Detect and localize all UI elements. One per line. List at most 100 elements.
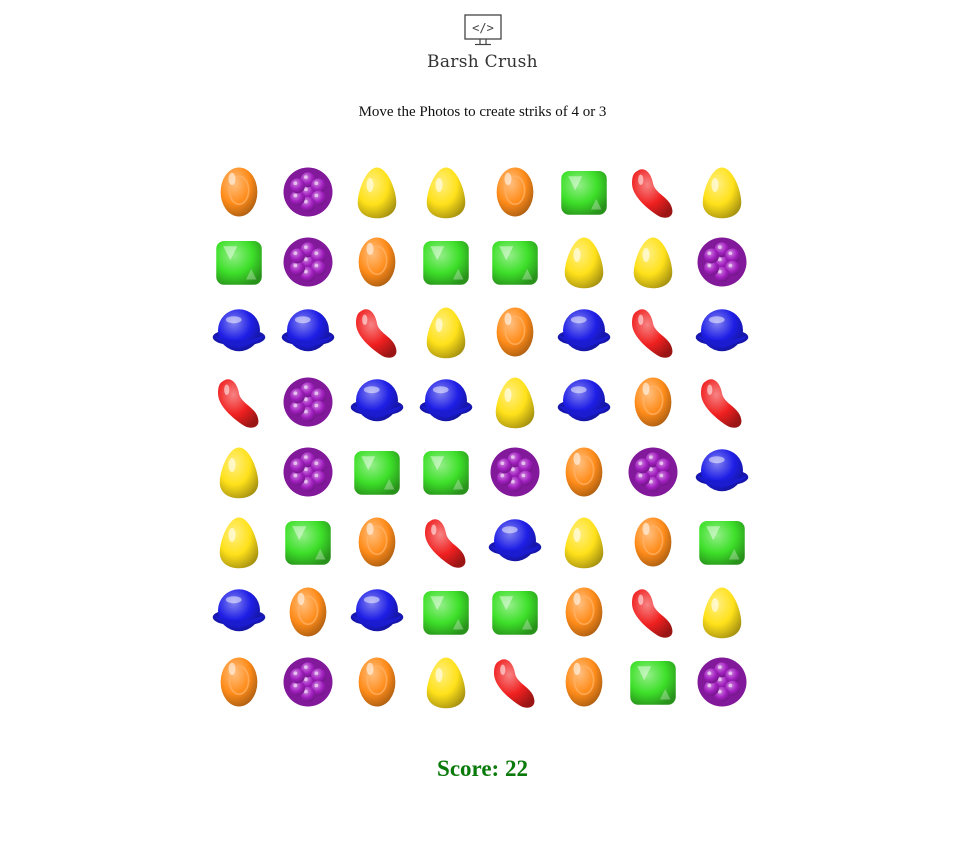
candy-tile[interactable] (204, 647, 273, 717)
candy-tile[interactable] (549, 577, 618, 647)
candy-tile[interactable] (480, 297, 549, 367)
candy-tile[interactable] (342, 297, 411, 367)
candy-tile[interactable] (342, 367, 411, 437)
candy-tile[interactable] (204, 577, 273, 647)
candy-tile[interactable] (342, 157, 411, 227)
candy-tile[interactable] (411, 297, 480, 367)
candy-tile[interactable] (618, 157, 687, 227)
candy-tile[interactable] (273, 437, 342, 507)
candy-tile[interactable] (411, 507, 480, 577)
candy-tile[interactable] (480, 367, 549, 437)
candy-tile[interactable] (273, 507, 342, 577)
candy-tile[interactable] (204, 297, 273, 367)
blue-candy-icon (557, 309, 610, 352)
purple-candy-icon (628, 447, 677, 497)
blue-candy-icon (281, 309, 334, 352)
candy-tile[interactable] (411, 437, 480, 507)
yellow-candy-icon (426, 307, 465, 359)
candy-tile[interactable] (687, 157, 756, 227)
candy-tile[interactable] (273, 157, 342, 227)
orange-candy-icon (358, 517, 395, 567)
candy-tile[interactable] (549, 647, 618, 717)
purple-candy-icon (283, 237, 332, 287)
red-candy-icon (493, 659, 534, 708)
yellow-candy-icon (357, 167, 396, 219)
yellow-candy-icon (564, 237, 603, 289)
candy-tile[interactable] (480, 227, 549, 297)
candy-board (204, 157, 756, 717)
candy-tile[interactable] (687, 227, 756, 297)
blue-candy-icon (557, 379, 610, 422)
candy-tile[interactable] (618, 577, 687, 647)
candy-tile[interactable] (342, 227, 411, 297)
candy-tile[interactable] (411, 577, 480, 647)
candy-tile[interactable] (480, 157, 549, 227)
orange-candy-icon (496, 167, 533, 217)
candy-tile[interactable] (687, 577, 756, 647)
yellow-candy-icon (702, 587, 741, 639)
red-candy-icon (424, 519, 465, 568)
candy-tile[interactable] (480, 577, 549, 647)
red-candy-icon (217, 379, 258, 428)
green-candy-icon (560, 171, 607, 215)
green-candy-icon (422, 451, 469, 495)
candy-tile[interactable] (687, 437, 756, 507)
candy-tile[interactable] (273, 297, 342, 367)
red-candy-icon (631, 309, 672, 358)
purple-candy-icon (697, 237, 746, 287)
yellow-candy-icon (426, 657, 465, 709)
orange-candy-icon (565, 657, 602, 707)
candy-tile[interactable] (273, 577, 342, 647)
candy-tile[interactable] (204, 227, 273, 297)
candy-tile[interactable] (549, 507, 618, 577)
purple-candy-icon (283, 377, 332, 427)
candy-tile[interactable] (480, 647, 549, 717)
logo[interactable]: </> Barsh Crush (0, 14, 965, 72)
purple-candy-icon (283, 657, 332, 707)
candy-tile[interactable] (342, 647, 411, 717)
candy-tile[interactable] (342, 507, 411, 577)
candy-tile[interactable] (549, 297, 618, 367)
purple-candy-icon (283, 447, 332, 497)
candy-tile[interactable] (204, 157, 273, 227)
candy-tile[interactable] (204, 507, 273, 577)
candy-tile[interactable] (618, 227, 687, 297)
candy-tile[interactable] (480, 507, 549, 577)
purple-candy-icon (490, 447, 539, 497)
candy-tile[interactable] (204, 437, 273, 507)
green-candy-icon (353, 451, 400, 495)
candy-tile[interactable] (618, 507, 687, 577)
candy-tile[interactable] (687, 647, 756, 717)
candy-tile[interactable] (342, 437, 411, 507)
blue-candy-icon (212, 309, 265, 352)
candy-tile[interactable] (687, 297, 756, 367)
candy-tile[interactable] (411, 157, 480, 227)
candy-tile[interactable] (618, 297, 687, 367)
candy-tile[interactable] (549, 157, 618, 227)
candy-tile[interactable] (549, 437, 618, 507)
green-candy-icon (491, 591, 538, 635)
candy-tile[interactable] (204, 367, 273, 437)
candy-tile[interactable] (618, 367, 687, 437)
yellow-candy-icon (633, 237, 672, 289)
candy-tile[interactable] (618, 647, 687, 717)
app-title: Barsh Crush (427, 52, 538, 72)
orange-candy-icon (565, 587, 602, 637)
candy-tile[interactable] (549, 367, 618, 437)
candy-tile[interactable] (687, 507, 756, 577)
candy-tile[interactable] (273, 227, 342, 297)
blue-candy-icon (695, 449, 748, 492)
candy-tile[interactable] (411, 227, 480, 297)
candy-tile[interactable] (480, 437, 549, 507)
candy-tile[interactable] (549, 227, 618, 297)
candy-tile[interactable] (273, 647, 342, 717)
candy-tile[interactable] (687, 367, 756, 437)
yellow-candy-icon (426, 167, 465, 219)
score-display: Score: 22 (437, 756, 528, 781)
candy-tile[interactable] (411, 647, 480, 717)
candy-tile[interactable] (342, 577, 411, 647)
candy-tile[interactable] (618, 437, 687, 507)
candy-tile[interactable] (273, 367, 342, 437)
blue-candy-icon (350, 589, 403, 632)
candy-tile[interactable] (411, 367, 480, 437)
